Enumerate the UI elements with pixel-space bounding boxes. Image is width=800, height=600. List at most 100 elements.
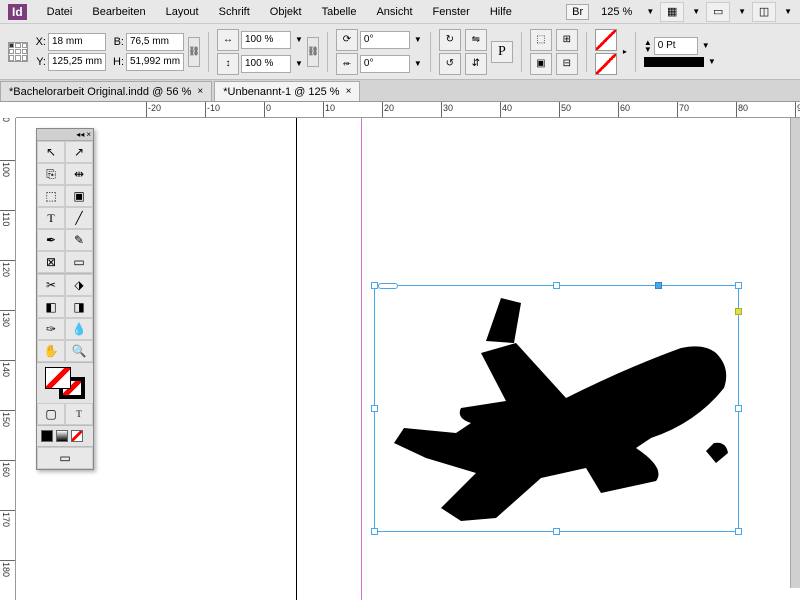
y-input[interactable] xyxy=(48,53,106,71)
chevron-right-icon[interactable]: ▸ xyxy=(623,47,627,56)
menu-table[interactable]: Tabelle xyxy=(312,6,367,18)
menu-file[interactable]: Datei xyxy=(37,6,83,18)
fill-color[interactable] xyxy=(45,367,71,389)
menu-edit[interactable]: Bearbeiten xyxy=(82,6,155,18)
constrain-scale-icon[interactable]: ⛓ xyxy=(307,37,319,67)
hand-tool[interactable]: ✋ xyxy=(37,340,65,362)
gap-tool[interactable]: ⇹ xyxy=(65,163,93,185)
horizontal-ruler[interactable]: -20-100102030405060708090100 xyxy=(16,102,800,118)
collapse-icon[interactable]: ◂◂ xyxy=(76,130,84,139)
selection-tool[interactable]: ↖ xyxy=(37,141,65,163)
fill-stroke-swatch[interactable] xyxy=(45,367,85,399)
live-corner-handle[interactable] xyxy=(735,308,742,315)
direct-selection-tool[interactable]: ↗ xyxy=(65,141,93,163)
stroke-swatch[interactable] xyxy=(595,53,617,75)
stroke-weight-input[interactable] xyxy=(654,37,698,55)
stroke-style-dropdown[interactable] xyxy=(644,57,704,67)
resize-handle[interactable] xyxy=(371,405,378,412)
x-input[interactable] xyxy=(48,33,106,51)
resize-handle[interactable] xyxy=(371,282,378,289)
bridge-button[interactable]: Br xyxy=(566,4,589,20)
view-mode-toggle[interactable]: ▭ xyxy=(37,447,93,469)
document-tab[interactable]: *Bachelorarbeit Original.indd @ 56 %× xyxy=(0,81,212,101)
arrange-icon[interactable]: ◫ xyxy=(752,2,776,22)
selection-frame[interactable] xyxy=(374,285,739,532)
menu-help[interactable]: Hilfe xyxy=(480,6,522,18)
reference-point-selector[interactable] xyxy=(8,42,28,62)
free-transform-tool[interactable]: ⬗ xyxy=(65,274,93,296)
character-panel-icon[interactable]: P xyxy=(491,41,513,63)
resize-handle[interactable] xyxy=(553,282,560,289)
menu-view[interactable]: Ansicht xyxy=(366,6,422,18)
apply-none-swatch[interactable] xyxy=(71,430,83,442)
formatting-text-icon[interactable]: T xyxy=(65,403,93,425)
menu-type[interactable]: Schrift xyxy=(209,6,260,18)
close-icon[interactable]: × xyxy=(86,130,91,139)
resize-handle[interactable] xyxy=(735,405,742,412)
scale-x-input[interactable] xyxy=(241,31,291,49)
flip-h-icon[interactable]: ⇋ xyxy=(465,29,487,51)
select-content-icon[interactable]: ▣ xyxy=(530,53,552,75)
pencil-tool[interactable]: ✎ xyxy=(65,229,93,251)
rotate-ccw-icon[interactable]: ↺ xyxy=(439,53,461,75)
page-tool[interactable]: ⎘ xyxy=(37,163,65,185)
view-options-icon[interactable]: ▦ xyxy=(660,2,684,22)
constrain-proportions-icon[interactable]: ⛓ xyxy=(188,37,200,67)
eyedropper-tool[interactable]: 💧 xyxy=(65,318,93,340)
document-tab[interactable]: *Unbenannt-1 @ 125 %× xyxy=(214,81,360,101)
zoom-level[interactable]: 125 % xyxy=(595,6,638,18)
menu-object[interactable]: Objekt xyxy=(260,6,312,18)
scissors-tool[interactable]: ✂ xyxy=(37,274,65,296)
fill-swatch[interactable] xyxy=(595,29,617,51)
close-icon[interactable]: × xyxy=(346,86,352,97)
close-icon[interactable]: × xyxy=(197,86,203,97)
scale-y-input[interactable] xyxy=(241,55,291,73)
chevron-down-icon[interactable]: ▼ xyxy=(692,7,700,16)
control-panel: X: Y: B: H: ⛓ ↔▼ ↕▼ ⛓ ⟳▼ ⬰▼ ↻ ↺ ⇋ ⇵ P ⬚ … xyxy=(0,24,800,80)
reference-point-indicator[interactable] xyxy=(655,282,662,289)
width-input[interactable] xyxy=(126,33,184,51)
rotate-input[interactable] xyxy=(360,31,410,49)
content-grabber-icon[interactable] xyxy=(378,283,398,289)
zoom-tool[interactable]: 🔍 xyxy=(65,340,93,362)
margin-guide xyxy=(361,118,362,600)
apply-color-swatch[interactable] xyxy=(41,430,53,442)
select-container-icon[interactable]: ⬚ xyxy=(530,29,552,51)
resize-handle[interactable] xyxy=(553,528,560,535)
gradient-swatch-tool[interactable]: ◧ xyxy=(37,296,65,318)
rectangle-tool[interactable]: ▭ xyxy=(65,251,93,273)
shear-icon: ⬰ xyxy=(336,53,358,75)
menu-window[interactable]: Fenster xyxy=(423,6,480,18)
resize-handle[interactable] xyxy=(735,282,742,289)
content-placer-tool[interactable]: ▣ xyxy=(65,185,93,207)
content-collector-tool[interactable]: ⬚ xyxy=(37,185,65,207)
rotate-cw-icon[interactable]: ↻ xyxy=(439,29,461,51)
type-tool[interactable]: T xyxy=(37,207,65,229)
canvas[interactable] xyxy=(16,118,800,600)
line-tool[interactable]: ╱ xyxy=(65,207,93,229)
chevron-down-icon[interactable]: ▼ xyxy=(784,7,792,16)
resize-handle[interactable] xyxy=(735,528,742,535)
pen-tool[interactable]: ✒ xyxy=(37,229,65,251)
height-input[interactable] xyxy=(126,53,184,71)
fit-content-icon[interactable]: ⊞ xyxy=(556,29,578,51)
apply-gradient-swatch[interactable] xyxy=(56,430,68,442)
shear-input[interactable] xyxy=(360,55,410,73)
rectangle-frame-tool[interactable]: ⊠ xyxy=(37,251,65,273)
collapsed-panel-dock[interactable] xyxy=(790,118,800,588)
flip-v-icon[interactable]: ⇵ xyxy=(465,53,487,75)
fit-frame-icon[interactable]: ⊟ xyxy=(556,53,578,75)
tools-panel: ◂◂× ↖ ↗ ⎘ ⇹ ⬚ ▣ T ╱ ✒ ✎ ⊠ ▭ ✂ ⬗ ◧ ◨ ✑ 💧 … xyxy=(36,128,94,470)
screen-mode-icon[interactable]: ▭ xyxy=(706,2,730,22)
panel-header[interactable]: ◂◂× xyxy=(37,129,93,141)
stroke-weight-stepper[interactable]: ▲▼ xyxy=(644,39,652,53)
y-label: Y: xyxy=(32,56,46,68)
note-tool[interactable]: ✑ xyxy=(37,318,65,340)
resize-handle[interactable] xyxy=(371,528,378,535)
chevron-down-icon[interactable]: ▼ xyxy=(738,7,746,16)
vertical-ruler[interactable]: 90100110120130140150160170180 xyxy=(0,118,16,600)
gradient-feather-tool[interactable]: ◨ xyxy=(65,296,93,318)
menu-layout[interactable]: Layout xyxy=(156,6,209,18)
chevron-down-icon[interactable]: ▼ xyxy=(646,7,654,16)
formatting-container-icon[interactable]: ▢ xyxy=(37,403,65,425)
